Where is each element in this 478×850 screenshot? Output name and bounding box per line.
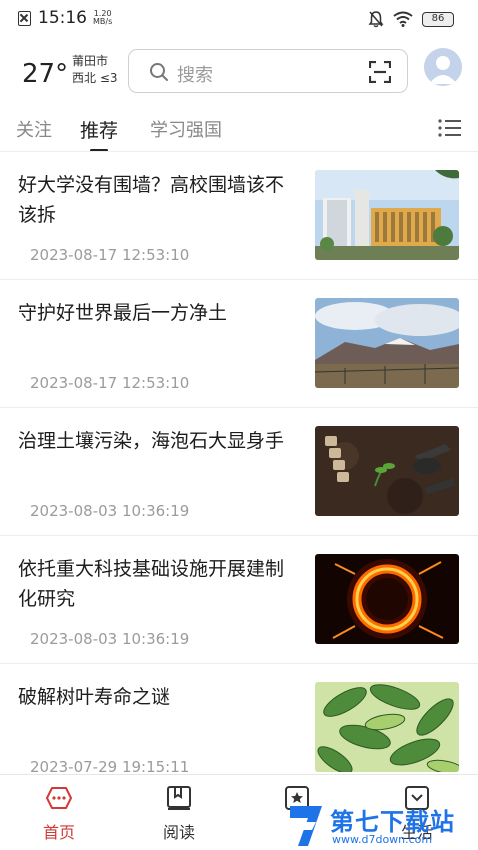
tab-follow[interactable]: 关注 bbox=[16, 116, 52, 142]
app-screen: 15:16 1.20 MB/s 86 27° 莆田市 西北 ≤3 搜索 关注 推… bbox=[0, 0, 478, 850]
scan-icon[interactable] bbox=[369, 61, 391, 83]
search-input[interactable]: 搜索 bbox=[128, 49, 408, 93]
news-item[interactable]: 依托重大科技基础设施开展建制化研究 2023-08-03 10:36:19 bbox=[0, 536, 478, 664]
nav-read-label: 阅读 bbox=[162, 823, 195, 842]
book-icon bbox=[167, 786, 191, 810]
home-icon bbox=[46, 787, 72, 809]
nav-home[interactable]: 首页 bbox=[24, 785, 94, 843]
battery-indicator: 86 bbox=[422, 11, 454, 27]
search-placeholder: 搜索 bbox=[177, 65, 213, 86]
user-avatar-icon bbox=[424, 48, 462, 86]
watermark-text: 第七下载站 bbox=[330, 808, 455, 836]
weather-wind: 西北 ≤3 bbox=[72, 71, 118, 85]
news-title: 好大学没有围墙？高校围墙该不该拆 bbox=[18, 174, 285, 226]
mute-bell-icon bbox=[368, 11, 384, 28]
site-watermark: 第七下载站 www.d7down.com bbox=[286, 800, 476, 850]
news-item[interactable]: 治理土壤污染，海泡石大显身手 2023-08-03 10:36:19 bbox=[0, 408, 478, 536]
nav-read[interactable]: 阅读 bbox=[144, 785, 214, 843]
weather-city: 莆田市 bbox=[72, 54, 109, 68]
avatar[interactable] bbox=[424, 48, 462, 86]
news-item[interactable]: 守护好世界最后一方净土 2023-08-17 12:53:10 bbox=[0, 280, 478, 408]
news-title: 守护好世界最后一方净土 bbox=[18, 302, 228, 324]
news-thumbnail-campus bbox=[315, 170, 459, 260]
news-thumbnail-soil bbox=[315, 426, 459, 516]
close-notification-icon bbox=[18, 10, 31, 26]
weather-location[interactable]: 莆田市 西北 ≤3 bbox=[72, 53, 118, 87]
nav-home-label: 首页 bbox=[42, 823, 75, 842]
tab-xuexi-qiangguo[interactable]: 学习强国 bbox=[150, 116, 222, 142]
news-title: 治理土壤污染，海泡石大显身手 bbox=[18, 430, 285, 452]
news-item[interactable]: 好大学没有围墙？高校围墙该不该拆 2023-08-17 12:53:10 bbox=[0, 152, 478, 280]
news-title: 破解树叶寿命之谜 bbox=[18, 686, 171, 708]
news-title: 依托重大科技基础设施开展建制化研究 bbox=[18, 558, 285, 610]
status-time: 15:16 bbox=[38, 8, 87, 28]
news-thumbnail-mountain bbox=[315, 298, 459, 388]
news-item[interactable]: 破解树叶寿命之谜 2023-07-29 19:15:11 bbox=[0, 664, 478, 774]
search-icon bbox=[150, 63, 168, 81]
watermark-logo-icon bbox=[290, 806, 322, 846]
news-time: 2023-07-29 19:15:11 bbox=[30, 758, 190, 774]
news-feed: 好大学没有围墙？高校围墙该不该拆 2023-08-17 12:53:10 守护好… bbox=[0, 152, 478, 774]
news-thumbnail-leaves bbox=[315, 682, 459, 772]
status-bar: 15:16 1.20 MB/s 86 bbox=[0, 0, 478, 38]
news-time: 2023-08-17 12:53:10 bbox=[30, 246, 190, 264]
news-time: 2023-08-17 12:53:10 bbox=[30, 374, 190, 392]
channel-tabs: 关注 推荐 学习强国 bbox=[0, 104, 478, 152]
top-header: 27° 莆田市 西北 ≤3 搜索 bbox=[0, 44, 478, 100]
tab-recommend[interactable]: 推荐 bbox=[80, 116, 118, 143]
weather-temperature[interactable]: 27° bbox=[22, 59, 68, 89]
news-time: 2023-08-03 10:36:19 bbox=[30, 502, 190, 520]
news-time: 2023-08-03 10:36:19 bbox=[30, 630, 190, 648]
wifi-icon bbox=[393, 11, 413, 27]
channel-menu-icon[interactable] bbox=[438, 118, 462, 138]
news-thumbnail-fire-ring bbox=[315, 554, 459, 644]
watermark-url: www.d7down.com bbox=[332, 833, 433, 846]
network-speed: 1.20 MB/s bbox=[93, 9, 113, 26]
